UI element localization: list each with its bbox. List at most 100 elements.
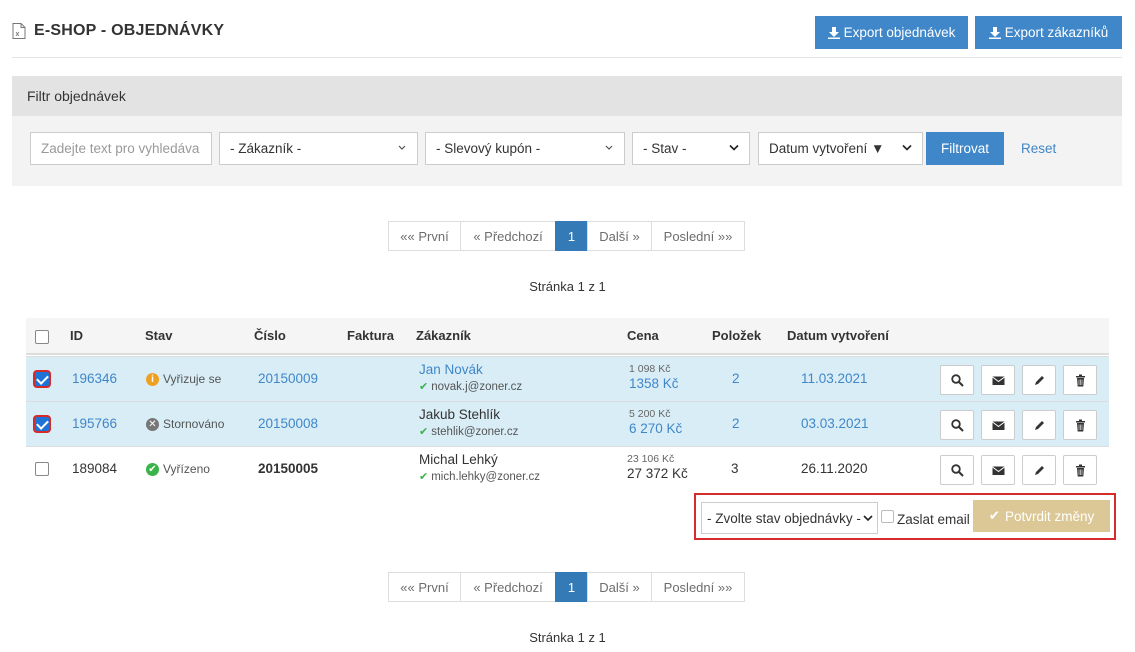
page-prev[interactable]: « Předchozí: [460, 572, 556, 602]
price: 1358 Kč: [629, 376, 679, 391]
filter-heading: Filtr objednávek: [12, 76, 1122, 116]
items-count: 3: [731, 461, 739, 476]
send-email-checkbox[interactable]: [881, 510, 894, 523]
check-icon: ✔: [988, 508, 1001, 523]
row-checkbox[interactable]: [35, 462, 49, 476]
email-button[interactable]: [981, 455, 1015, 485]
reset-link[interactable]: Reset: [1021, 141, 1056, 156]
customer-cell: Jakub Stehlík ✔ stehlik@zoner.cz: [419, 407, 518, 438]
chevron-down-icon: [398, 145, 406, 150]
page-first[interactable]: «« První: [388, 221, 461, 251]
envelope-icon: [991, 466, 1005, 475]
edit-button[interactable]: [1022, 455, 1056, 485]
delete-button[interactable]: [1063, 410, 1097, 440]
delete-button[interactable]: [1063, 365, 1097, 395]
export-orders-button[interactable]: Export objednávek: [815, 16, 968, 49]
state-select-value: - Stav -: [643, 141, 687, 156]
page-title: x E-SHOP - OBJEDNÁVKY: [12, 22, 224, 40]
order-id[interactable]: 189084: [72, 461, 117, 476]
page-prev[interactable]: « Předchozí: [460, 221, 556, 251]
select-all-checkbox[interactable]: [35, 330, 49, 344]
check-circle-icon: ✔: [146, 462, 159, 476]
page-header: x E-SHOP - OBJEDNÁVKY Export objednávek …: [12, 14, 1122, 58]
detail-button[interactable]: [940, 455, 974, 485]
trash-icon: [1075, 419, 1085, 431]
order-status-text: Vyřízeno: [163, 462, 210, 476]
search-input[interactable]: Zadejte text pro vyhledáva: [30, 132, 212, 165]
detail-button[interactable]: [940, 410, 974, 440]
created-date: 26.11.2020: [801, 461, 868, 476]
order-id[interactable]: 196346: [72, 371, 117, 386]
export-customers-label: Export zákazníků: [1004, 25, 1109, 40]
col-price: Cena: [627, 328, 659, 343]
document-icon: x: [12, 23, 26, 39]
envelope-icon: [991, 421, 1005, 430]
download-icon: [988, 26, 1001, 39]
edit-button[interactable]: [1022, 410, 1056, 440]
search-icon: [950, 373, 964, 387]
customer-select[interactable]: - Zákazník -: [219, 132, 418, 165]
table-header: ID Stav Číslo Faktura Zákazník Cena Polo…: [26, 318, 1109, 355]
order-status-text: Vyřizuje se: [163, 372, 222, 386]
email-button[interactable]: [981, 410, 1015, 440]
page-last[interactable]: Poslední »»: [651, 221, 745, 251]
page-info: Stránka 1 z 1: [529, 279, 606, 294]
page-current[interactable]: 1: [555, 221, 588, 251]
price-cell: 5 200 Kč 6 270 Kč: [629, 408, 682, 436]
created-date: 03.03.2021: [801, 416, 869, 431]
price: 27 372 Kč: [627, 466, 688, 481]
pagination-top: «« První « Předchozí 1 Další » Poslední …: [388, 221, 745, 251]
page-last[interactable]: Poslední »»: [651, 572, 745, 602]
order-number[interactable]: 20150009: [258, 371, 318, 386]
search-icon: [950, 418, 964, 432]
download-icon: [827, 26, 840, 39]
page-next[interactable]: Další »: [587, 572, 652, 602]
customer-name[interactable]: Jan Novák: [419, 362, 522, 377]
row-checkbox[interactable]: [35, 417, 49, 431]
page-first[interactable]: «« První: [388, 572, 461, 602]
check-icon: ✔: [419, 471, 429, 483]
filter-button[interactable]: Filtrovat: [926, 132, 1004, 165]
check-icon: ✔: [419, 426, 429, 438]
sort-select[interactable]: Datum vytvoření ▼: [758, 132, 923, 165]
page-next[interactable]: Další »: [587, 221, 652, 251]
order-number[interactable]: 20150005: [258, 461, 318, 476]
price-cell: 1 098 Kč 1358 Kč: [629, 363, 679, 391]
chevron-down-icon: [902, 144, 912, 151]
col-number: Číslo: [254, 328, 286, 343]
edit-button[interactable]: [1022, 365, 1056, 395]
envelope-icon: [991, 376, 1005, 385]
export-customers-button[interactable]: Export zákazníků: [975, 16, 1122, 49]
table-row[interactable]: 195766 ✕ Stornováno 20150008 Jakub Stehl…: [26, 401, 1109, 446]
bulk-state-select[interactable]: - Zvolte stav objednávky -: [701, 502, 878, 534]
pencil-icon: [1034, 375, 1044, 385]
col-customer: Zákazník: [416, 328, 471, 343]
customer-email-text: mich.lehky@zoner.cz: [431, 470, 541, 483]
customer-name[interactable]: Jakub Stehlík: [419, 407, 518, 422]
chevron-down-icon: [605, 145, 613, 150]
confirm-changes-label: Potvrdit změny: [1005, 508, 1095, 524]
page-current[interactable]: 1: [555, 572, 588, 602]
customer-cell: Michal Lehký ✔ mich.lehky@zoner.cz: [419, 452, 540, 483]
coupon-select[interactable]: - Slevový kupón -: [425, 132, 625, 165]
customer-email: ✔ mich.lehky@zoner.cz: [419, 470, 541, 484]
state-select[interactable]: - Stav -: [632, 132, 750, 165]
order-number[interactable]: 20150008: [258, 416, 318, 431]
customer-name[interactable]: Michal Lehký: [419, 452, 540, 467]
table-row[interactable]: 196346 i Vyřizuje se 20150009 Jan Novák …: [26, 356, 1109, 401]
detail-button[interactable]: [940, 365, 974, 395]
send-email-label: Zaslat email: [897, 512, 970, 527]
pencil-icon: [1034, 465, 1044, 475]
delete-button[interactable]: [1063, 455, 1097, 485]
cancel-icon: ✕: [146, 417, 159, 431]
email-button[interactable]: [981, 365, 1015, 395]
filter-panel: Zadejte text pro vyhledáva - Zákazník - …: [12, 116, 1122, 186]
confirm-changes-button[interactable]: ✔ Potvrdit změny: [973, 500, 1110, 532]
row-checkbox[interactable]: [35, 372, 49, 386]
order-id[interactable]: 195766: [72, 416, 117, 431]
trash-icon: [1075, 464, 1085, 476]
price-cell: 23 106 Kč 27 372 Kč: [627, 453, 688, 481]
customer-email-text: novak.j@zoner.cz: [431, 380, 523, 393]
table-row[interactable]: 189084 ✔ Vyřízeno 20150005 Michal Lehký …: [26, 446, 1109, 491]
pencil-icon: [1034, 420, 1044, 430]
